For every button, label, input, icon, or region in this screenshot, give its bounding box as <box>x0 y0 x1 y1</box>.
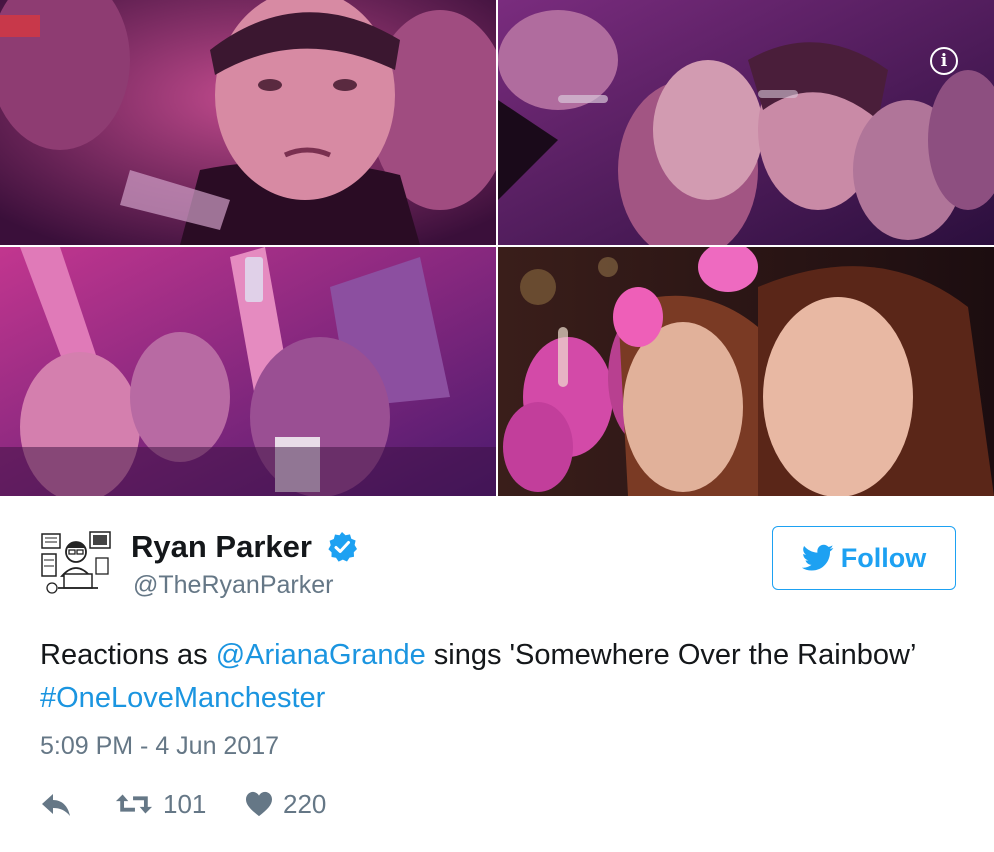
like-count: 220 <box>283 788 327 819</box>
mention-link[interactable]: @ArianaGrande <box>216 639 426 671</box>
follow-button[interactable]: Follow <box>772 526 956 590</box>
verified-badge-icon <box>326 531 358 563</box>
author-name[interactable]: Ryan Parker <box>131 529 312 565</box>
crowd-photo-two-girls-pink-ears[interactable] <box>498 247 994 496</box>
author-handle[interactable]: @TheRyanParker <box>133 571 333 600</box>
timestamp-link[interactable]: 5:09 PM - 4 Jun 2017 <box>40 732 279 761</box>
reply-button[interactable] <box>40 786 72 822</box>
twitter-bird-icon <box>801 544 834 571</box>
retweet-icon <box>115 794 153 814</box>
heart-icon <box>246 791 272 817</box>
follow-label: Follow <box>840 542 927 573</box>
crowd-photo-raised-arms[interactable] <box>0 247 496 496</box>
tweet-text-part2: sings 'Somewhere Over the Rainbow’ <box>425 639 916 671</box>
reply-icon <box>42 794 70 816</box>
hashtag-link[interactable]: #OneLoveManchester <box>40 682 325 714</box>
tweet-text-part1: Reactions as <box>40 639 216 671</box>
retweet-button[interactable]: 101 <box>115 786 206 822</box>
media-grid: i <box>0 0 994 497</box>
like-button[interactable]: 220 <box>245 786 326 822</box>
crowd-photo-crying-man[interactable] <box>0 0 496 245</box>
avatar[interactable] <box>40 528 112 600</box>
retweet-count: 101 <box>163 788 207 819</box>
info-icon[interactable]: i <box>930 47 958 75</box>
crowd-photo-women-watching[interactable] <box>498 0 994 245</box>
tweet-text: Reactions as @ArianaGrande sings 'Somewh… <box>40 634 940 720</box>
